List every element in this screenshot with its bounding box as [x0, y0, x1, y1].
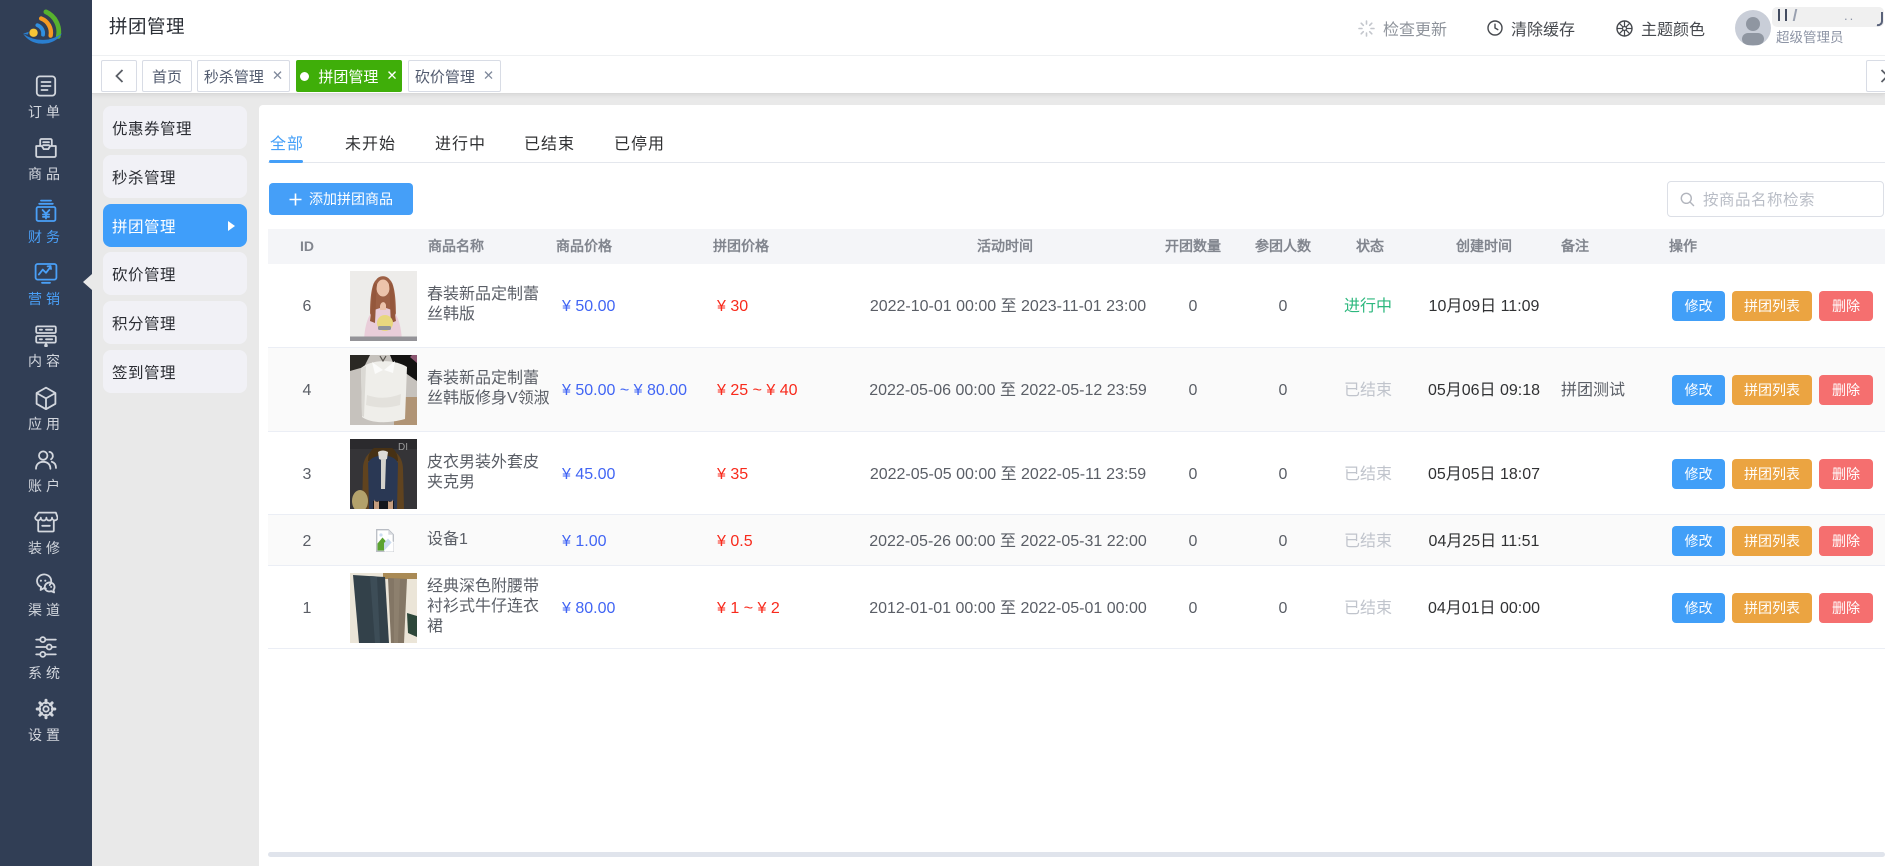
svg-text:DI: DI [398, 442, 408, 453]
